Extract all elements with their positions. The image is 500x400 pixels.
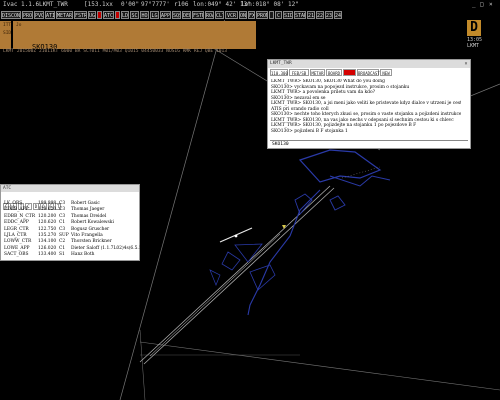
toolbar-button-star[interactable]: STAR: [294, 11, 306, 19]
toolbar-button-blank-7[interactable]: [97, 11, 102, 19]
toolbar-button-ho[interactable]: HO: [140, 11, 149, 19]
chat-tab-110-300[interactable]: 110.300: [270, 69, 288, 76]
toolbar-button-24[interactable]: 24: [334, 11, 342, 19]
atc-list-window[interactable]: ATC CATCDQST LK_OBS 199.998 C3 Robert Gasic…: [0, 184, 143, 261]
field-readout-3: r106: [174, 1, 189, 8]
chat-message: SKO130> nechte toho kterych zkusi se, pr…: [271, 112, 461, 117]
strip-header-3: SID: [3, 31, 12, 36]
close-icon[interactable]: ×: [489, 0, 493, 10]
chat-input[interactable]: SKO130: [270, 140, 468, 147]
atc-list-rows: LK_OBS 199.998 C3 Robert Gasic EDBB_APP 119.6…: [4, 201, 143, 259]
chat-tab-blank[interactable]: [343, 69, 356, 76]
toolbar-button-fstr[interactable]: FSTR: [192, 11, 204, 19]
name-cell: Hanz Both: [71, 252, 95, 258]
toolbar-button-pvo[interactable]: PVO: [34, 11, 44, 19]
chat-tab-broadcast[interactable]: BROADCAST: [357, 69, 380, 76]
toolbar-button-dep[interactable]: DEP: [182, 11, 191, 19]
frequency-cell: 133.400: [38, 252, 57, 258]
maximize-icon[interactable]: □: [480, 0, 484, 10]
airport-readout: LKMT: [467, 43, 480, 49]
chat-close-icon[interactable]: ×: [463, 61, 469, 67]
chat-log: LKMT_TWR> SKO130, SKO130 What do you doi…: [271, 79, 461, 138]
title-bar: Ivac 1.1.6 LKMT_TWR [153.1xx 0'00" 97°77…: [0, 0, 500, 10]
toolbar: DISCONPROFPVOATISMETARFSTRUGATCLDSCHOLGA…: [0, 10, 500, 20]
strip-header-2: Jo: [16, 23, 22, 28]
toolbar-button-sqs[interactable]: SQS: [172, 11, 181, 19]
toolbar-button-ld[interactable]: LD: [121, 11, 129, 19]
strip-header-1: ITT: [3, 23, 12, 28]
chat-message: LKMT_TWR> SKO130, a jsi meni jako veliti…: [271, 101, 461, 106]
chat-tab-board[interactable]: BOARD: [326, 69, 342, 76]
toolbar-button-atc[interactable]: ATC: [103, 11, 114, 19]
rating-cell: S1: [59, 252, 65, 258]
field-readout-2: 97°7777': [141, 1, 170, 8]
toolbar-button-21[interactable]: 21: [307, 11, 315, 19]
minimize-icon[interactable]: _: [472, 0, 476, 10]
toolbar-button-discon[interactable]: DISCON: [1, 11, 21, 19]
toolbar-button-23[interactable]: 23: [325, 11, 333, 19]
chat-window[interactable]: LKMT_TWR × 110.300 FEB/SB METAR BOARD BROADC…: [267, 59, 471, 149]
toolbar-button-fstr[interactable]: FSTR: [74, 11, 87, 19]
chat-message: SKO130> pojizdeni B F stojanka 1: [271, 128, 348, 134]
toolbar-button-blank-9[interactable]: [115, 11, 120, 19]
toolbar-button-22[interactable]: 22: [316, 11, 324, 19]
toolbar-button-atis[interactable]: ATIS: [45, 11, 55, 19]
metar-line: LKMT 201500Z 21011KT 6000 BR SCT011 M01/…: [3, 49, 228, 54]
toolbar-button-c[interactable]: C: [275, 11, 282, 19]
toolbar-button-fx[interactable]: FX: [248, 11, 255, 19]
toolbar-button-blank-24[interactable]: [269, 11, 274, 19]
frequency-readout: [153.1xx: [84, 1, 113, 8]
table-row[interactable]: SACT_OBS 133.400 S1 Hanz Both: [4, 252, 138, 258]
toolbar-button-on[interactable]: ON: [239, 11, 247, 19]
status-badge: D: [467, 20, 481, 36]
app-title: Ivac 1.1.6: [3, 1, 40, 8]
callsign-cell: SACT_OBS: [4, 252, 29, 258]
chat-tab-metar[interactable]: METAR: [310, 69, 325, 76]
toolbar-button-prom[interactable]: PROM: [256, 11, 268, 19]
field-readout-1: 0'00": [121, 1, 140, 8]
toolbar-button-lg[interactable]: LG: [150, 11, 159, 19]
chat-title: LKMT_TWR: [268, 60, 470, 68]
toolbar-button-sid[interactable]: SID: [283, 11, 293, 19]
atc-list-tabs: CATCDQST: [3, 193, 62, 210]
toolbar-button-ug[interactable]: UG: [88, 11, 96, 19]
toolbar-button-app[interactable]: APP: [160, 11, 171, 19]
chat-tab-new[interactable]: NEW: [380, 69, 392, 76]
toolbar-button-sc[interactable]: SC: [130, 11, 139, 19]
toolbar-button-clt[interactable]: CLT: [215, 11, 224, 19]
toolbar-button-metar[interactable]: METAR: [56, 11, 73, 19]
toolbar-button-roa[interactable]: ROA: [205, 11, 214, 19]
longitude-readout: lon:018° 08' 12": [241, 1, 299, 8]
toolbar-button-prof[interactable]: PROF: [22, 11, 33, 19]
atc-list-title: ATC: [1, 185, 139, 192]
chat-tab-feb-sb[interactable]: FEB/SB: [289, 69, 309, 76]
position-name: LKMT_TWR: [39, 1, 68, 8]
toolbar-button-vcr[interactable]: VCR: [225, 11, 238, 19]
